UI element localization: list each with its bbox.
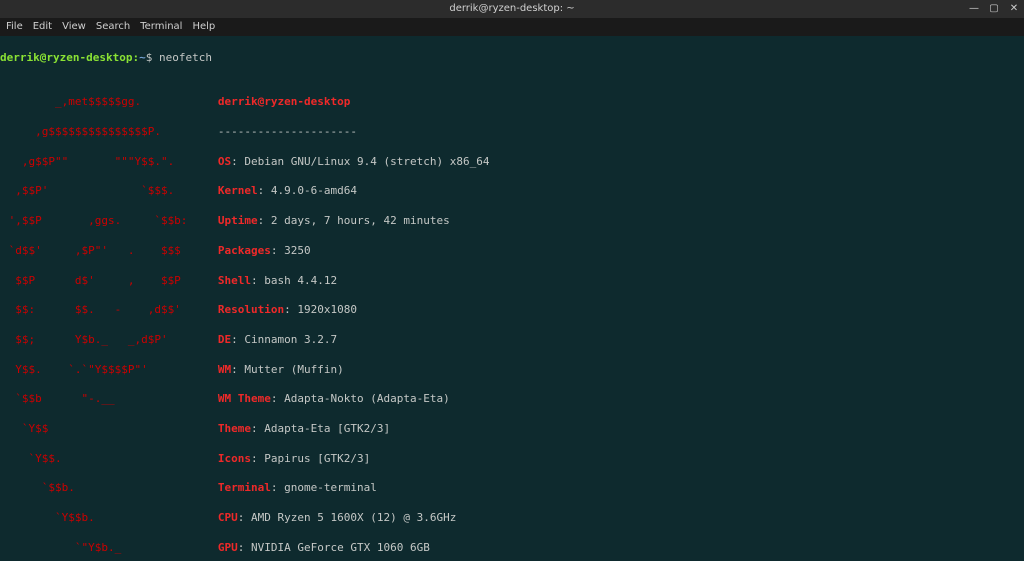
menu-help[interactable]: Help xyxy=(192,20,215,34)
info-column: derrik@ryzen-desktop -------------------… xyxy=(214,81,490,561)
window-controls: — ▢ ✕ xyxy=(968,0,1020,18)
info-packages: Packages: 3250 xyxy=(218,244,490,259)
ascii-line: ,g$$$$$$$$$$$$$$$P. xyxy=(2,125,214,140)
ascii-line: ,$$P' `$$$. xyxy=(2,184,214,199)
info-terminal: Terminal: gnome-terminal xyxy=(218,481,490,496)
ascii-line: ,g$$P"" """Y$$.". xyxy=(2,155,214,170)
info-resolution: Resolution: 1920x1080 xyxy=(218,303,490,318)
ascii-line: $$: $$. - ,d$$' xyxy=(2,303,214,318)
info-gpu: GPU: NVIDIA GeForce GTX 1060 6GB xyxy=(218,541,490,556)
menu-edit[interactable]: Edit xyxy=(33,20,52,34)
info-cpu: CPU: AMD Ryzen 5 1600X (12) @ 3.6GHz xyxy=(218,511,490,526)
ascii-line: `"Y$b._ xyxy=(2,541,214,556)
menu-view[interactable]: View xyxy=(62,20,86,34)
info-wm: WM: Mutter (Muffin) xyxy=(218,363,490,378)
menu-terminal[interactable]: Terminal xyxy=(140,20,182,34)
prompt-path: ~ xyxy=(139,51,146,64)
info-de: DE: Cinnamon 3.2.7 xyxy=(218,333,490,348)
info-os: OS: Debian GNU/Linux 9.4 (stretch) x86_6… xyxy=(218,155,490,170)
info-kernel: Kernel: 4.9.0-6-amd64 xyxy=(218,184,490,199)
ascii-line: Y$$. `.`"Y$$$$P"' xyxy=(2,363,214,378)
prompt-line-1: derrik@ryzen-desktop:~$ neofetch xyxy=(0,51,1024,66)
info-icons: Icons: Papirus [GTK2/3] xyxy=(218,452,490,467)
prompt-host: ryzen-desktop xyxy=(46,51,132,64)
header-user: derrik xyxy=(218,95,258,108)
window-title: derrik@ryzen-desktop: ~ xyxy=(449,2,574,16)
ascii-line: $$; Y$b._ _,d$P' xyxy=(2,333,214,348)
header-host: ryzen-desktop xyxy=(264,95,350,108)
ascii-line: `Y$$b. xyxy=(2,511,214,526)
menu-file[interactable]: File xyxy=(6,20,23,34)
ascii-line: `$$b "-.__ xyxy=(2,392,214,407)
info-dashes: --------------------- xyxy=(218,125,490,140)
terminal-area[interactable]: derrik@ryzen-desktop:~$ neofetch _,met$$… xyxy=(0,36,1024,561)
info-shell: Shell: bash 4.4.12 xyxy=(218,274,490,289)
prompt-dollar: $ xyxy=(146,51,153,64)
ascii-line: $$P d$' , $$P xyxy=(2,274,214,289)
ascii-line: `Y$$ xyxy=(2,422,214,437)
info-uptime: Uptime: 2 days, 7 hours, 42 minutes xyxy=(218,214,490,229)
ascii-art-column: _,met$$$$$gg. ,g$$$$$$$$$$$$$$$P. ,g$$P"… xyxy=(0,81,214,561)
ascii-line: `d$$' ,$P"' . $$$ xyxy=(2,244,214,259)
info-theme: Theme: Adapta-Eta [GTK2/3] xyxy=(218,422,490,437)
ascii-line: `Y$$. xyxy=(2,452,214,467)
menu-search[interactable]: Search xyxy=(96,20,130,34)
typed-command: neofetch xyxy=(159,51,212,64)
maximize-button[interactable]: ▢ xyxy=(988,2,1000,16)
ascii-line: _,met$$$$$gg. xyxy=(2,95,214,110)
ascii-line: `$$b. xyxy=(2,481,214,496)
info-header: derrik@ryzen-desktop xyxy=(218,95,490,110)
prompt-user: derrik xyxy=(0,51,40,64)
info-wm-theme: WM Theme: Adapta-Nokto (Adapta-Eta) xyxy=(218,392,490,407)
window-titlebar: derrik@ryzen-desktop: ~ — ▢ ✕ xyxy=(0,0,1024,18)
minimize-button[interactable]: — xyxy=(968,2,980,16)
menu-bar: File Edit View Search Terminal Help xyxy=(0,18,1024,36)
neofetch-output: _,met$$$$$gg. ,g$$$$$$$$$$$$$$$P. ,g$$P"… xyxy=(0,81,1024,561)
ascii-line: ',$$P ,ggs. `$$b: xyxy=(2,214,214,229)
close-button[interactable]: ✕ xyxy=(1008,2,1020,16)
